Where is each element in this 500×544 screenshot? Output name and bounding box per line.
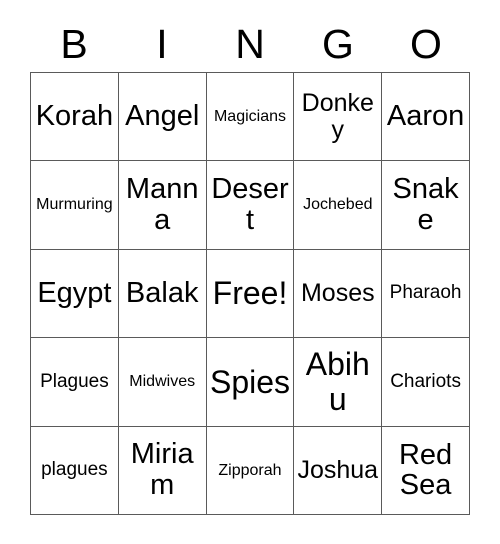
- bingo-row: Egypt Balak Free! Moses Pharaoh: [31, 249, 470, 339]
- bingo-cell-b5[interactable]: plagues: [31, 426, 119, 516]
- bingo-cell-label: Zipporah: [218, 461, 282, 479]
- bingo-cell-label: Snake: [392, 172, 459, 237]
- bingo-cell-i3[interactable]: Balak: [118, 249, 207, 339]
- bingo-cell-o3[interactable]: Pharaoh: [382, 249, 470, 339]
- bingo-cell-g3[interactable]: Moses: [294, 249, 383, 339]
- header-letter-b: B: [60, 20, 88, 67]
- bingo-row: Murmuring Manna Desert Jochebed Snake: [31, 161, 470, 250]
- bingo-cell-label: Red Sea: [398, 438, 453, 502]
- bingo-cell-label: Midwives: [129, 373, 196, 391]
- bingo-cell-label: Miriam: [130, 438, 194, 502]
- bingo-cell-b2[interactable]: Murmuring: [31, 161, 119, 250]
- bingo-cell-o1[interactable]: Aaron: [382, 73, 470, 162]
- bingo-row: Korah Angel Magicians Donkey Aaron: [31, 73, 470, 162]
- bingo-cell-n2[interactable]: Desert: [206, 161, 295, 250]
- header-letter-i: I: [156, 20, 168, 67]
- bingo-cell-b1[interactable]: Korah: [31, 73, 119, 162]
- bingo-card: B I N G O Korah Angel Magicians Donkey A…: [0, 0, 500, 544]
- bingo-cell-label: Egypt: [37, 276, 112, 309]
- bingo-cell-label: Korah: [35, 100, 114, 133]
- bingo-cell-free-space[interactable]: Free!: [206, 249, 295, 339]
- bingo-cell-i1[interactable]: Angel: [118, 73, 207, 162]
- bingo-cell-n5[interactable]: Zipporah: [206, 426, 295, 516]
- bingo-cell-label: Angel: [125, 100, 200, 133]
- bingo-cell-label: Chariots: [390, 370, 461, 392]
- bingo-cell-label: Magicians: [213, 108, 286, 126]
- bingo-cell-label: plagues: [41, 459, 108, 481]
- bingo-cell-label: Moses: [300, 279, 375, 308]
- bingo-cell-label: Aaron: [386, 100, 465, 133]
- bingo-cell-g5[interactable]: Joshua: [294, 426, 383, 516]
- bingo-cell-i4[interactable]: Midwives: [118, 338, 207, 427]
- bingo-cell-label: Abihu: [305, 346, 370, 417]
- bingo-cell-i5[interactable]: Miriam: [118, 426, 207, 516]
- bingo-cell-n1[interactable]: Magicians: [206, 73, 295, 162]
- bingo-cell-o2[interactable]: Snake: [382, 161, 470, 250]
- bingo-cell-g2[interactable]: Jochebed: [294, 161, 383, 250]
- bingo-cell-label: Plagues: [40, 370, 109, 392]
- bingo-grid: Korah Angel Magicians Donkey Aaron Murmu…: [30, 72, 470, 516]
- bingo-row: plagues Miriam Zipporah Joshua Red Sea: [31, 426, 470, 516]
- bingo-cell-label: Spies: [209, 363, 291, 400]
- bingo-cell-label: Manna: [125, 172, 199, 237]
- bingo-cell-b3[interactable]: Egypt: [31, 249, 119, 339]
- bingo-cell-label: Murmuring: [36, 196, 113, 214]
- bingo-cell-label: Balak: [125, 276, 199, 309]
- header-letter-g: G: [322, 20, 354, 67]
- bingo-row: Plagues Midwives Spies Abihu Chariots: [31, 338, 470, 427]
- bingo-cell-label: Joshua: [297, 455, 379, 484]
- bingo-cell-label: Desert: [211, 172, 289, 237]
- bingo-cell-label: Pharaoh: [389, 282, 462, 304]
- bingo-cell-g1[interactable]: Donkey: [294, 73, 383, 162]
- free-space-label: Free!: [212, 275, 288, 312]
- header-letter-n: N: [235, 20, 265, 67]
- bingo-cell-label: Jochebed: [303, 196, 373, 214]
- bingo-cell-g4[interactable]: Abihu: [294, 338, 383, 427]
- bingo-cell-o4[interactable]: Chariots: [382, 338, 470, 427]
- bingo-cell-n4[interactable]: Spies: [206, 338, 295, 427]
- bingo-cell-o5[interactable]: Red Sea: [382, 426, 470, 516]
- bingo-cell-b4[interactable]: Plagues: [31, 338, 119, 427]
- bingo-cell-i2[interactable]: Manna: [118, 161, 207, 250]
- bingo-header: B I N G O: [30, 16, 470, 72]
- bingo-cell-label: Donkey: [301, 88, 374, 144]
- header-letter-o: O: [410, 20, 442, 67]
